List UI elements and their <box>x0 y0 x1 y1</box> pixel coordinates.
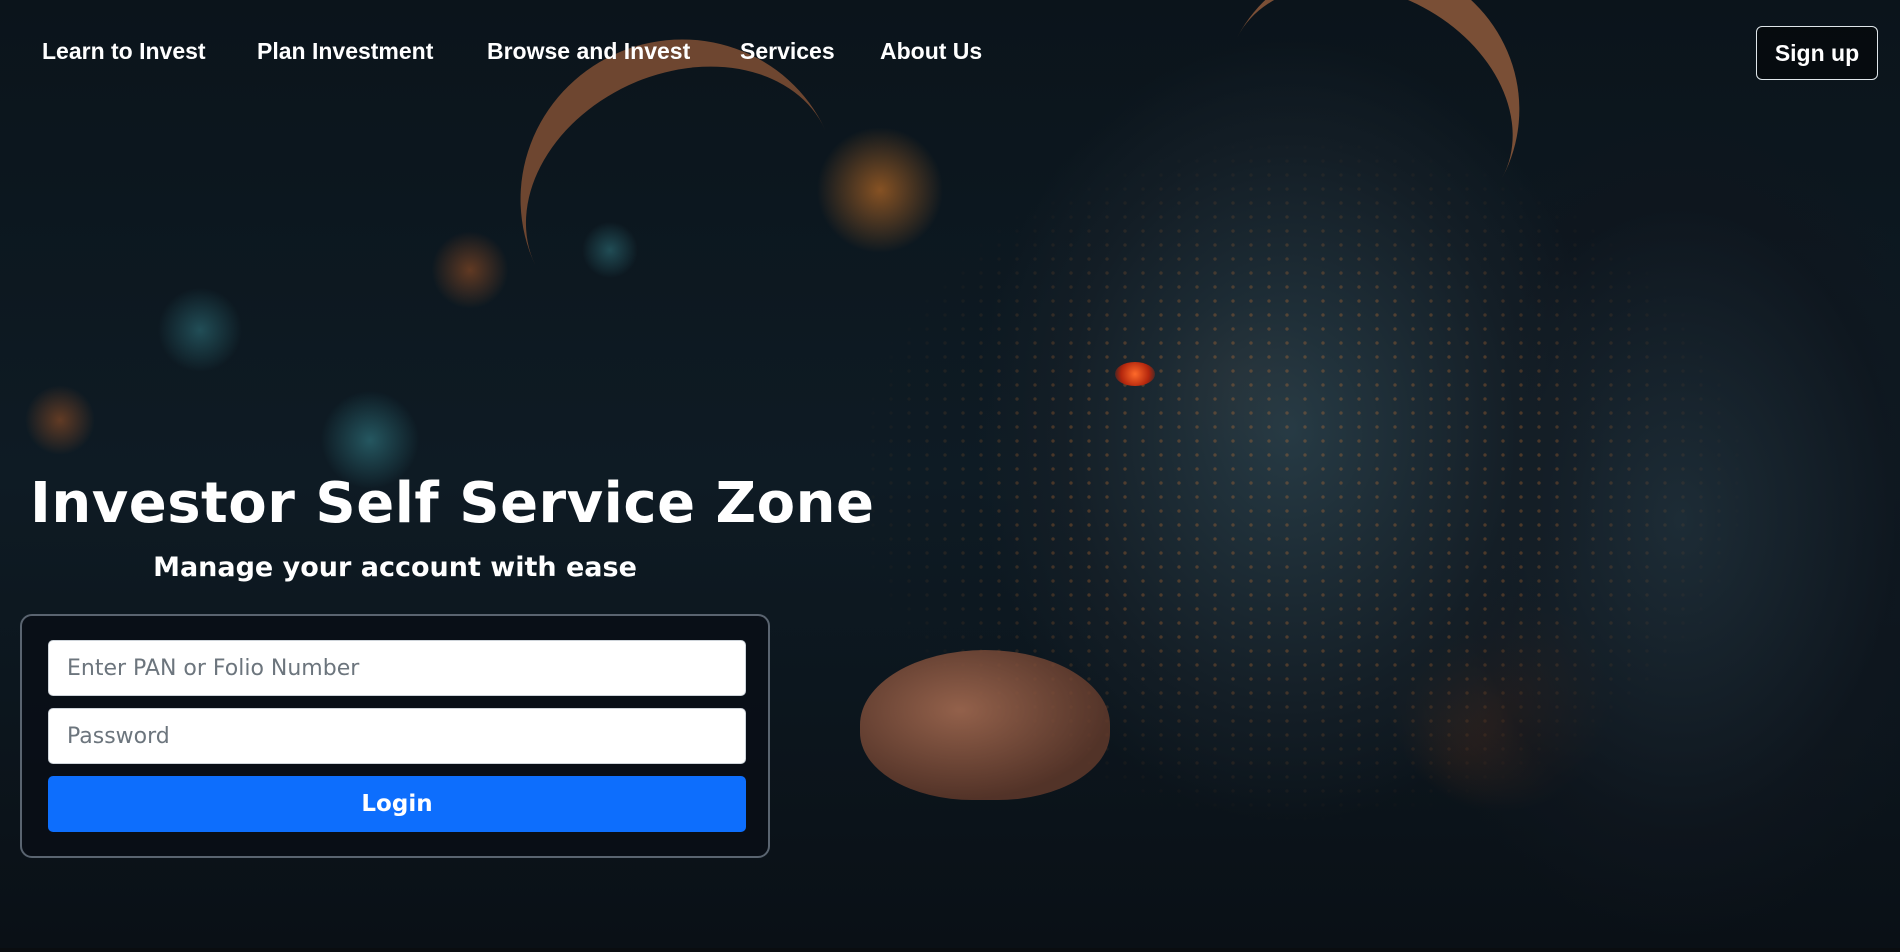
hero-title: Investor Self Service Zone <box>30 471 875 536</box>
signup-button[interactable]: Sign up <box>1756 26 1878 80</box>
bull-snout <box>860 650 1110 800</box>
login-card: Login <box>20 614 770 858</box>
nav-about-us[interactable]: About Us <box>880 38 982 65</box>
nav-services[interactable]: Services <box>740 38 835 65</box>
top-navigation: Learn to Invest Plan Investment Browse a… <box>0 0 1900 106</box>
password-input[interactable] <box>48 708 746 764</box>
hero-subtitle: Manage your account with ease <box>153 552 637 583</box>
nav-plan-investment[interactable]: Plan Investment <box>257 38 433 65</box>
login-button[interactable]: Login <box>48 776 746 832</box>
nav-browse-and-invest[interactable]: Browse and Invest <box>487 38 690 65</box>
pan-folio-input[interactable] <box>48 640 746 696</box>
bottom-edge <box>0 948 1900 952</box>
nav-learn-to-invest[interactable]: Learn to Invest <box>42 38 206 65</box>
bull-eye <box>1115 362 1155 386</box>
